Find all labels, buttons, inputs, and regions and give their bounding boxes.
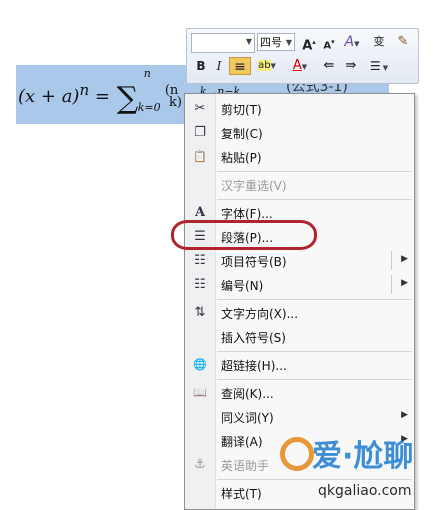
- english-assistant-icon: ⚓: [194, 457, 206, 472]
- shrink-font-button[interactable]: A▾: [321, 33, 337, 51]
- split-divider: [391, 275, 392, 294]
- menu-separator: [217, 199, 412, 200]
- phonetic-guide-button[interactable]: 变: [369, 33, 389, 51]
- font-style-button[interactable]: A▼: [341, 33, 363, 51]
- decrease-indent-button[interactable]: ⇚: [319, 57, 339, 75]
- bold-icon: B: [196, 59, 206, 73]
- summation-symbol: ∑: [116, 81, 139, 116]
- mini-toolbar-row-2: B I ≡ ab▼ A▼ ⇚ ⇛ ☰ ▼: [191, 57, 417, 79]
- menu-item-label: 粘贴(P): [221, 151, 262, 165]
- menu-item-numbering[interactable]: ☷ 编号(N) ▶: [185, 273, 414, 297]
- submenu-arrow-icon[interactable]: ▶: [401, 254, 408, 264]
- bullets-icon: ☰: [369, 59, 381, 73]
- font-size-combobox[interactable]: 四号 ▼: [257, 33, 295, 51]
- watermark-url: qkgaliao.com: [318, 483, 412, 499]
- format-painter-icon: ✎: [397, 34, 409, 49]
- menu-separator: [217, 171, 412, 172]
- align-center-icon: ≡: [234, 59, 246, 75]
- equation-equals: =: [94, 86, 110, 107]
- sum-upper-limit: n: [143, 67, 151, 80]
- equation-lhs: (x + a): [18, 86, 80, 107]
- chevron-down-icon: ▼: [245, 37, 252, 46]
- text-direction-icon: ⇅: [194, 305, 206, 320]
- font-color-icon: A: [292, 58, 302, 73]
- font-size-value: 四号: [260, 36, 282, 49]
- italic-icon: I: [216, 59, 222, 73]
- menu-separator: [217, 379, 412, 380]
- increase-indent-button[interactable]: ⇛: [341, 57, 361, 75]
- font-name-combobox[interactable]: ▼: [191, 33, 255, 53]
- menu-item-copy[interactable]: ❐ 复制(C): [185, 121, 414, 145]
- hyperlink-icon: 🌐: [193, 358, 207, 371]
- menu-item-label: 汉字重选(V): [221, 179, 287, 193]
- menu-item-text-direction[interactable]: ⇅ 文字方向(X)...: [185, 301, 414, 325]
- bold-button[interactable]: B: [193, 57, 209, 75]
- format-painter-button[interactable]: ✎: [393, 33, 413, 51]
- highlighter-icon: ab: [258, 60, 271, 71]
- menu-item-label: 样式(T): [221, 487, 262, 501]
- submenu-arrow-icon: ▶: [401, 410, 408, 420]
- menu-item-label: 插入符号(S): [221, 331, 286, 345]
- mini-toolbar: ▼ 四号 ▼ A▴ A▾ A▼ 变 ✎ B I ≡ ab▼ A▼ ⇚ ⇛ ☰ ▼: [186, 28, 419, 84]
- font-color-button[interactable]: A▼: [287, 57, 313, 75]
- menu-item-label: 英语助手: [221, 459, 270, 473]
- chevron-down-icon: ▼: [285, 38, 292, 47]
- shrink-font-icon: A: [323, 40, 332, 52]
- menu-item-label: 剪切(T): [221, 103, 262, 117]
- menu-separator: [217, 299, 412, 300]
- copy-icon: ❐: [194, 125, 206, 140]
- menu-item-cut[interactable]: ✂ 剪切(T): [185, 97, 414, 121]
- red-highlight-ellipse: [171, 220, 317, 250]
- italic-button[interactable]: I: [211, 57, 227, 75]
- menu-item-label: 翻译(A): [221, 435, 263, 449]
- menu-item-label: 项目符号(B): [221, 255, 287, 269]
- grow-font-button[interactable]: A▴: [301, 33, 317, 54]
- highlight-button[interactable]: ab▼: [253, 57, 281, 75]
- equation-lhs-exponent: n: [79, 81, 90, 99]
- menu-separator: [217, 351, 412, 352]
- decrease-indent-icon: ⇚: [323, 58, 335, 73]
- menu-item-label: 复制(C): [221, 127, 263, 141]
- menu-item-paste[interactable]: 📋 粘贴(P): [185, 145, 414, 169]
- increase-indent-icon: ⇛: [345, 58, 357, 73]
- menu-item-label: 超链接(H)...: [221, 359, 287, 373]
- sum-lower-limit: k=0: [137, 101, 161, 114]
- numbering-icon: ☷: [194, 277, 206, 292]
- menu-item-insert-symbol[interactable]: 插入符号(S): [185, 325, 414, 349]
- grow-font-icon: A: [302, 38, 313, 54]
- mini-toolbar-row-1: ▼ 四号 ▼ A▴ A▾ A▼ 变 ✎: [191, 33, 417, 53]
- menu-item-reconvert[interactable]: 汉字重选(V): [185, 173, 414, 197]
- submenu-arrow-icon[interactable]: ▶: [401, 278, 408, 288]
- menu-item-bullets[interactable]: ☷ 项目符号(B) ▶: [185, 249, 414, 273]
- menu-item-label: 编号(N): [221, 279, 264, 293]
- watermark-logo-icon: [280, 437, 314, 471]
- lookup-icon: 📖: [193, 386, 207, 399]
- menu-item-lookup[interactable]: 📖 查阅(K)...: [185, 381, 414, 405]
- watermark-title: 爱·尬聊: [312, 439, 414, 474]
- bullets-icon: ☷: [194, 253, 206, 268]
- center-align-button[interactable]: ≡: [229, 57, 251, 75]
- site-watermark: 爱·尬聊 qkgaliao.com: [268, 425, 434, 508]
- paste-icon: 📋: [193, 150, 207, 163]
- menu-item-hyperlink[interactable]: 🌐 超链接(H)...: [185, 353, 414, 377]
- phonetic-guide-icon: 变: [373, 35, 385, 48]
- bullets-button[interactable]: ☰ ▼: [365, 57, 393, 75]
- split-divider: [391, 251, 392, 270]
- binom-bottom: k: [168, 95, 177, 110]
- text-effects-icon: A: [344, 34, 355, 50]
- scissors-icon: ✂: [194, 101, 206, 116]
- binomial-coefficient: (n k): [164, 83, 182, 110]
- font-icon: A: [194, 205, 206, 220]
- menu-item-label: 查阅(K)...: [221, 387, 274, 401]
- menu-item-label: 同义词(Y): [221, 411, 274, 425]
- menu-item-label: 文字方向(X)...: [221, 307, 299, 321]
